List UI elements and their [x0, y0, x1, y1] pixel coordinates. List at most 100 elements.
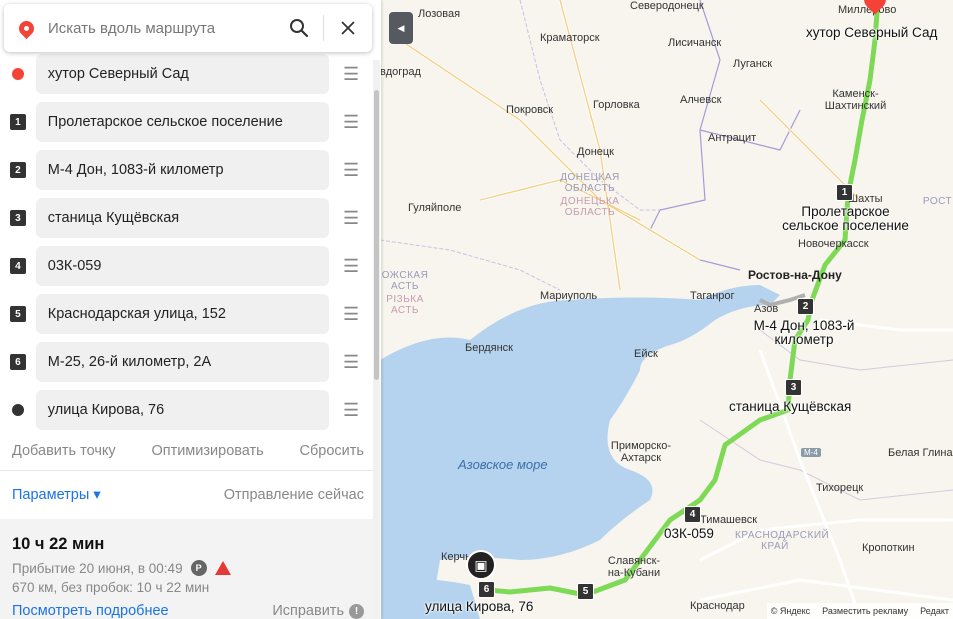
waypoint-marker-3[interactable]: 3 [785, 379, 802, 396]
waypoint-number-badge: 2 [9, 162, 26, 178]
parameters-dropdown[interactable]: Параметры ▾ [12, 487, 101, 503]
drag-handle-icon[interactable]: ☰ [329, 256, 373, 277]
waypoint-label-3: станица Кущёвская [729, 399, 852, 414]
city-label: Кропоткин [862, 542, 915, 554]
waypoint-number-badge: 5 [9, 306, 26, 322]
end-dot-icon [11, 404, 24, 416]
city-label: Краматорск [540, 32, 600, 44]
waypoint-marker-4[interactable]: 4 [684, 506, 701, 523]
city-label: Алчевск [680, 94, 722, 106]
waypoint-row: 4 03К-059 ☰ [0, 242, 373, 290]
region-border-2 [699, 329, 953, 501]
city-label: Ростов-на-Дону [748, 268, 842, 282]
route-summary[interactable]: 10 ч 22 мин Прибытие 20 июня, в 00:49 P … [0, 519, 373, 619]
fix-button[interactable]: Исправить! [272, 603, 364, 619]
route-end-label: улица Кирова, 76 [425, 599, 534, 614]
city-label: Мариуполь [540, 290, 598, 302]
waypoint-marker-5[interactable]: 5 [577, 583, 594, 600]
city-label: Северодонецк [630, 0, 704, 12]
city-label: Покровск [506, 104, 554, 116]
waypoint-field[interactable]: хутор Северный Сад [35, 54, 330, 94]
waypoint-label-4: 03К-059 [664, 526, 714, 541]
search-icon[interactable] [275, 4, 323, 52]
search-input[interactable] [48, 19, 275, 37]
map-footer: © Яндекс Разместить рекламу Редакт [766, 603, 953, 619]
waypoint-marker-2[interactable]: 2 [797, 298, 814, 315]
waypoint-number-badge: 3 [9, 210, 26, 226]
warning-icon [214, 561, 231, 575]
city-label: Ейск [634, 348, 658, 360]
city-label: Гуляйполе [408, 202, 462, 214]
arrival-time: Прибытие 20 июня, в 00:49 [12, 560, 183, 576]
waypoint-number-badge: 1 [9, 114, 26, 130]
route-duration: 10 ч 22 мин [12, 535, 105, 553]
drag-handle-icon[interactable]: ☰ [329, 64, 373, 85]
city-label: Бердянск [465, 342, 513, 354]
close-icon[interactable] [324, 4, 372, 52]
waypoint-row: 1 Пролетарское сельское поселение ☰ [0, 98, 373, 146]
paid-road-icon: P [190, 560, 207, 576]
city-label: Горловка [593, 99, 640, 111]
departure-selector[interactable]: Отправление сейчас [224, 487, 364, 503]
waypoint-label-2: М-4 Дон, 1083-й километр [753, 318, 855, 347]
scrollbar-thumb[interactable] [374, 90, 379, 380]
drag-handle-icon[interactable]: ☰ [329, 160, 373, 181]
waypoint-field[interactable]: Пролетарское сельское поселение [35, 102, 330, 142]
search-bar [4, 4, 372, 52]
drag-handle-icon[interactable]: ☰ [329, 112, 373, 133]
drag-handle-icon[interactable]: ☰ [329, 208, 373, 229]
collapse-panel-button[interactable]: ◀ [389, 12, 413, 44]
optimize-button[interactable]: Оптимизировать [151, 443, 263, 459]
city-label: вдоград [380, 66, 421, 78]
city-label: Таганрог [690, 290, 735, 302]
waypoint-field[interactable]: улица Кирова, 76 [35, 390, 330, 430]
waypoint-row: 2 М-4 Дон, 1083-й километр ☰ [0, 146, 373, 194]
destination-pin-icon[interactable]: ▣ [466, 550, 496, 580]
waypoint-field[interactable]: М-4 Дон, 1083-й километр [35, 150, 330, 190]
waypoint-field[interactable]: Краснодарская улица, 152 [35, 294, 330, 334]
ads-link[interactable]: Разместить рекламу [822, 606, 908, 616]
region-label: ДОНЕЦКАЯ ОБЛАСТЬ [560, 172, 620, 194]
city-label: Славянск-на-Кубани [607, 555, 661, 579]
reset-button[interactable]: Сбросить [300, 443, 364, 459]
city-label: Луганск [733, 58, 773, 70]
drag-handle-icon[interactable]: ☰ [329, 400, 373, 421]
waypoint-field[interactable]: станица Кущёвская [35, 198, 330, 238]
details-link[interactable]: Посмотреть подробнее [12, 603, 169, 619]
waypoint-marker-6[interactable]: 6 [478, 581, 495, 598]
waypoint-label-1: Пролетарское сельское поселение [782, 204, 909, 233]
city-label: Приморско-Ахтарск [610, 440, 672, 464]
copyright-link[interactable]: © Яндекс [771, 606, 810, 616]
start-dot-icon [11, 68, 24, 80]
info-icon: ! [349, 603, 364, 619]
region-label: ДОНЕЦЬКА ОБЛАСТЬ [560, 196, 620, 218]
azov-sea [380, 285, 780, 619]
divider [0, 470, 373, 471]
waypoint-field[interactable]: М-25, 26-й километр, 2А [35, 342, 330, 382]
region-label: РОСТ [922, 196, 953, 207]
drag-handle-icon[interactable]: ☰ [329, 352, 373, 373]
waypoint-marker-1[interactable]: 1 [836, 184, 853, 201]
roads-yellow [399, 0, 861, 291]
location-pin-icon [4, 17, 48, 39]
waypoint-row: 5 Краснодарская улица, 152 ☰ [0, 290, 373, 338]
city-label: Антрацит [708, 132, 757, 144]
region-label: ОЖСКАЯ АСТЬ [381, 270, 429, 292]
route-distance: 670 км, без пробок: 10 ч 22 мин [12, 580, 210, 595]
waypoint-row: 3 станица Кущёвская ☰ [0, 194, 373, 242]
city-label: Лисичанск [668, 37, 722, 49]
route-panel: хутор Северный Сад ☰ 1 Пролетарское сель… [0, 0, 381, 619]
waypoint-number-badge: 6 [9, 354, 26, 370]
waypoint-number-badge: 4 [9, 258, 26, 274]
drag-handle-icon[interactable]: ☰ [329, 304, 373, 325]
city-label: Новочеркасск [798, 238, 869, 250]
waypoint-field[interactable]: 03К-059 [35, 246, 330, 286]
edit-link[interactable]: Редакт [920, 606, 949, 616]
region-label: КРАСНОДАРСКИЙ КРАЙ [735, 530, 830, 552]
add-point-button[interactable]: Добавить точку [12, 443, 116, 459]
city-label: Каменск-Шахтинский [824, 88, 887, 112]
sea-label: Азовское море [458, 457, 548, 472]
waypoint-row: 6 М-25, 26-й километр, 2А ☰ [0, 338, 373, 386]
scrollbar[interactable] [373, 60, 380, 619]
city-label: Белая Глина [888, 447, 953, 459]
